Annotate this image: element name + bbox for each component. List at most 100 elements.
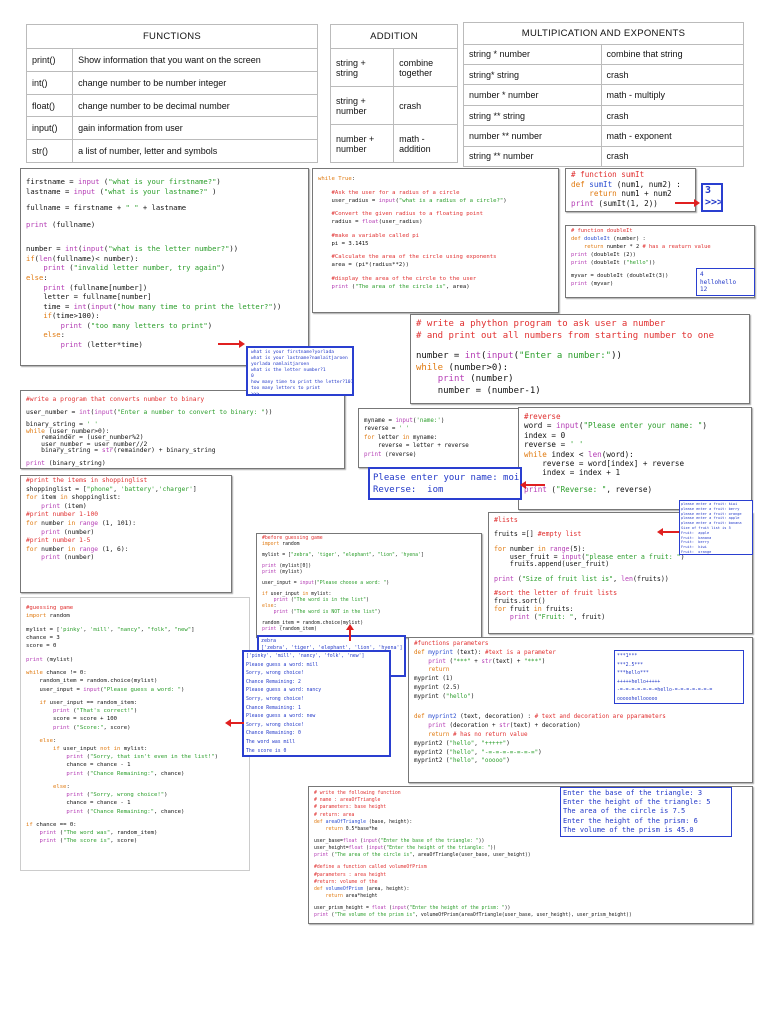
- code-line: number = int(input("Enter a number:")): [416, 351, 622, 361]
- code-line: else:: [39, 738, 57, 745]
- output-line: ooooohellooooo: [617, 696, 658, 702]
- output-line: Please guess a word: new: [246, 714, 316, 720]
- code-line: random_item = random.choice(mylist): [39, 678, 158, 685]
- output-line: The word was mill: [246, 739, 296, 745]
- code-line: chance = 3: [26, 634, 60, 641]
- output-line: Sorry, wrong choice!: [246, 722, 304, 728]
- table-cell: change number to be decimal number: [72, 93, 318, 118]
- code-line: # and print out all numbers from startin…: [416, 330, 715, 341]
- code-line: user_prism_height = float (input("Enter …: [314, 906, 511, 912]
- code-line: user_radius = input("what is a radius of…: [331, 197, 507, 204]
- table-cell: math - addition: [393, 124, 458, 163]
- code-line: user_base=float (input("Enter the base o…: [314, 839, 485, 845]
- code-line: user_input = input("Please guess a word:…: [39, 686, 185, 693]
- code-line: print (reverse): [364, 451, 417, 458]
- output-line: Enter the height of the prism: 6: [563, 816, 698, 825]
- output-line: ['pinky', 'mill', 'nancy', 'folk', 'new'…: [246, 654, 365, 659]
- output-line: Enter the base of the triangle: 3: [563, 789, 703, 797]
- table-row: float() change number to be decimal numbe…: [25, 93, 318, 118]
- functions-table-header: FUNCTIONS: [26, 23, 318, 50]
- table-cell: change number to be number integer: [72, 70, 318, 95]
- code-line: print ("The score is", score): [39, 838, 138, 845]
- table-row: string* string crash: [463, 64, 745, 86]
- code-line: while True:: [318, 176, 356, 182]
- output-line: >>>: [705, 197, 723, 208]
- code-before-guess: #before guessing game import random mylist…: [256, 533, 482, 638]
- table-cell: math - multiply: [600, 84, 745, 106]
- code-line: print (binary_string): [26, 459, 106, 467]
- code-line: print (item): [41, 502, 87, 510]
- table-cell: number ** number: [463, 125, 602, 147]
- table-cell: str(): [25, 139, 74, 163]
- output-line: ***1***: [617, 654, 638, 659]
- code-line: area = (pi*(radius**2)): [331, 262, 410, 269]
- code-line: number = int(input("what is the letter n…: [26, 244, 239, 254]
- table-cell: Show information that you want on the sc…: [72, 48, 318, 72]
- code-myname: myname = input('name:') reverse = ' ' for …: [358, 408, 520, 468]
- output-line: 4: [700, 271, 704, 278]
- output-line: 3: [705, 185, 712, 196]
- code-line: print ("Chance Remaining:", chance): [66, 808, 185, 815]
- output-reverse: Please enter your name: moi Reverse: iom: [368, 467, 522, 500]
- addition-table-header: ADDITION: [330, 23, 458, 50]
- code-line: print (doubleIt ("hello")): [571, 260, 656, 266]
- code-line: def sumIt (num1, num2) :: [571, 179, 681, 189]
- code-line: index = 0: [524, 430, 566, 440]
- output-line: Sorry, wrong choice!: [246, 671, 304, 677]
- code-line: user_height=float (input("Enter the heig…: [314, 846, 496, 852]
- code-line: return area*height: [325, 894, 378, 900]
- output-params: ***1*** ***2.5*** ***hello*** +++++hello+++…: [614, 650, 744, 704]
- arrow-icon: [657, 528, 679, 536]
- output-line: ***hello***: [617, 671, 649, 677]
- table-cell: string ** string: [463, 104, 602, 127]
- code-line: print ("Fruit: ", fruit): [509, 612, 606, 621]
- code-line: score = 0: [26, 642, 57, 649]
- code-line: while (number>0):: [416, 362, 509, 373]
- code-sumit: # function sumIt def sumIt (num1, num2) :…: [565, 168, 696, 212]
- code-line: mylist = ['pinky', 'mill', "nancy", "fol…: [26, 626, 195, 633]
- code-line: #display the area of the circle to the u…: [331, 275, 477, 282]
- code-line: reverse = ' ': [524, 440, 584, 450]
- code-line: if(len(fullname)< number):: [26, 253, 139, 263]
- code-line: # write a phython program to ask user a …: [416, 319, 666, 329]
- output-line: The area of the circle is 7.5: [563, 807, 686, 816]
- output-line: >>>: [251, 392, 260, 396]
- code-line: myprint2 ("hello", "+++++"): [414, 740, 510, 747]
- code-line: reverse = word[index] + reverse: [542, 459, 685, 469]
- output-line: Please enter your name: moi: [373, 473, 520, 483]
- code-countdown: # write a phython program to ask user a …: [410, 314, 750, 404]
- table-row: input() gain information from user: [25, 116, 318, 141]
- multiplication-table-header: MULTIPICATION AND EXPONENTS: [463, 22, 744, 45]
- code-line: chance = chance - 1: [66, 800, 131, 807]
- code-line: # function doubleIt: [571, 228, 633, 234]
- code-line: myprint2 ("hello", "ooooo"): [414, 758, 510, 765]
- output-names: what is your firstname?yorlada what is yo…: [246, 346, 354, 396]
- output-line: Please guess a word: nancy: [246, 688, 322, 694]
- output-line: Chance Remaining: 1: [246, 705, 301, 711]
- code-line: number = (number-1): [437, 385, 541, 396]
- code-names: firstname = input ("what is your firstna…: [20, 168, 309, 366]
- code-line: print ("Sorry, wrong choice!"): [66, 792, 168, 799]
- table-row: number * number math - multiply: [463, 84, 745, 106]
- code-line: fruits.append(user_fruit): [509, 560, 610, 569]
- code-line: lastname = input ("what is your lastname…: [26, 186, 217, 196]
- arrow-icon: [225, 719, 244, 727]
- code-line: print ("Score:", score): [52, 724, 131, 731]
- code-line: print ("invalid letter number, try again…: [43, 263, 226, 273]
- code-line: #Ask the user for a radius of a circle: [331, 189, 460, 196]
- code-line: print (decoration + str(text) + decorati…: [428, 723, 581, 730]
- code-line: pi = 3.1415: [331, 240, 369, 247]
- output-line: Fruit: orange: [681, 549, 712, 554]
- code-line: return num1 + num2: [589, 189, 672, 199]
- table-row: number + number math - addition: [329, 124, 458, 163]
- table-row: int() change number to be number integer: [25, 70, 318, 95]
- code-line: #print number 1-5: [26, 537, 91, 545]
- table-cell: math - exponent: [600, 125, 745, 147]
- output-line: Reverse: iom: [373, 485, 444, 495]
- output-lists: please enter a fruit: kiwi please enter a…: [679, 500, 753, 555]
- code-binary: #write a program that converts number to…: [20, 390, 345, 469]
- table-cell: input(): [25, 116, 74, 141]
- code-line: #Calculate the area of the circle using …: [331, 254, 497, 261]
- arrow-icon: [346, 624, 354, 641]
